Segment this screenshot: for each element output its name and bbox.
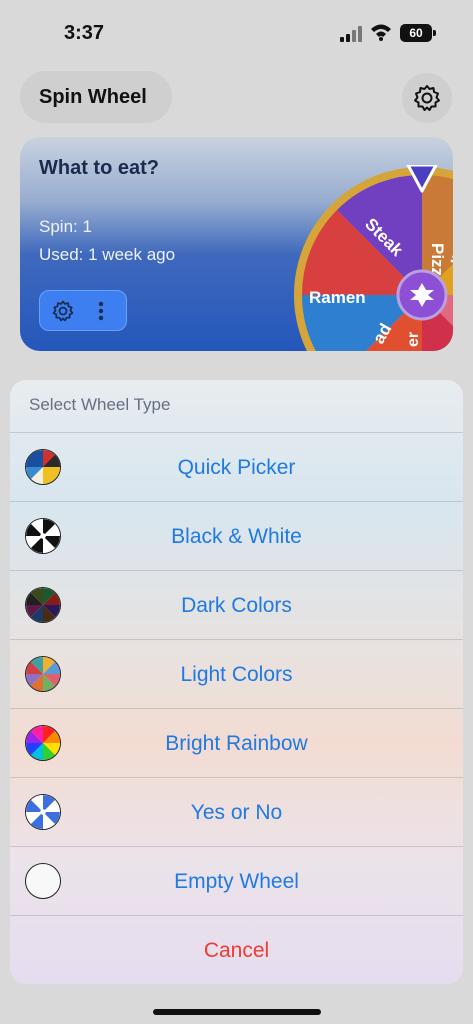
option-light-colors[interactable]: Light Colors — [10, 639, 463, 708]
action-sheet-title: Select Wheel Type — [29, 395, 171, 414]
home-indicator[interactable] — [153, 1009, 321, 1015]
option-black-white[interactable]: Black & White — [10, 501, 463, 570]
option-quick-picker[interactable]: Quick Picker — [10, 432, 463, 501]
app-title-pill: Spin Wheel — [20, 71, 172, 123]
wheel-preview[interactable]: Pizza Steak Ramen ushi ad er Pa — [272, 165, 453, 351]
page-title: Spin Wheel — [39, 86, 147, 108]
wheel-card[interactable]: What to eat? Spin: 1 Used: 1 week ago Pi… — [20, 137, 453, 351]
wheel-type-action-sheet: Select Wheel Type Quick Picker Black & W… — [10, 380, 463, 984]
wheel-label-ramen: Ramen — [309, 288, 366, 307]
wheel-card-actions[interactable] — [39, 290, 127, 331]
wheel-label-burger: er — [405, 332, 422, 347]
gear-icon — [414, 85, 440, 111]
option-yes-or-no[interactable]: Yes or No — [10, 777, 463, 846]
status-bar: 3:37 60 — [0, 0, 473, 60]
option-bright-rainbow[interactable]: Bright Rainbow — [10, 708, 463, 777]
status-time: 3:37 — [64, 22, 105, 44]
settings-button[interactable] — [402, 73, 452, 123]
option-label: Black & White — [171, 525, 302, 548]
option-label: Bright Rainbow — [165, 732, 308, 755]
battery-level: 60 — [409, 26, 423, 40]
option-label: Quick Picker — [177, 456, 296, 479]
more-options-icon[interactable] — [98, 301, 104, 321]
wheel-card-title: What to eat? — [39, 157, 159, 179]
option-label: Light Colors — [180, 663, 293, 686]
option-label: Empty Wheel — [174, 870, 299, 893]
wheel-spin-count: Spin: 1 — [39, 217, 92, 236]
option-label: Yes or No — [190, 801, 283, 824]
cellular-signal-icon — [340, 26, 364, 42]
wifi-icon — [371, 24, 391, 41]
cancel-label: Cancel — [203, 939, 270, 962]
option-dark-colors[interactable]: Dark Colors — [10, 570, 463, 639]
battery-icon: 60 — [400, 24, 436, 42]
option-empty-wheel[interactable]: Empty Wheel — [10, 846, 463, 915]
cancel-button[interactable]: Cancel — [10, 915, 463, 984]
wheel-settings-icon[interactable] — [52, 300, 74, 322]
wheel-last-used: Used: 1 week ago — [39, 245, 176, 264]
option-label: Dark Colors — [181, 594, 292, 617]
